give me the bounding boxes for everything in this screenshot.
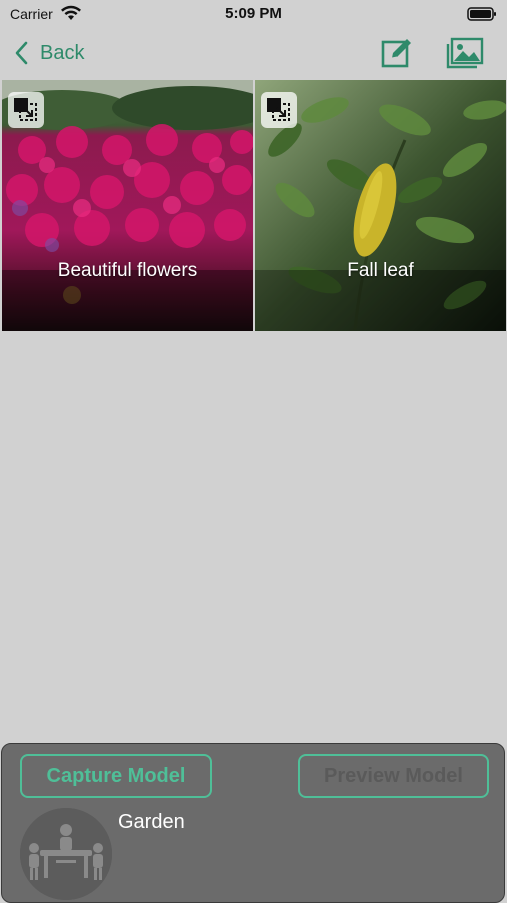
photo-caption: Fall leaf: [347, 260, 414, 281]
model-name-label: Garden: [118, 811, 185, 833]
back-label: Back: [40, 41, 85, 64]
avatar[interactable]: [20, 808, 112, 900]
preview-model-button[interactable]: Preview Model: [298, 754, 489, 798]
battery-icon: [467, 7, 496, 21]
chevron-left-icon: [15, 41, 28, 65]
photo-tile-flowers[interactable]: Beautiful flowers: [2, 80, 253, 331]
multi-select-icon: [267, 98, 290, 121]
photo-tile-leaf[interactable]: Fall leaf: [255, 80, 506, 331]
edit-icon[interactable]: [380, 36, 414, 70]
capture-model-button[interactable]: Capture Model: [20, 754, 212, 798]
clock: 5:09 PM: [225, 5, 282, 22]
back-button[interactable]: Back: [14, 38, 84, 68]
navigation-bar: Back: [0, 30, 507, 76]
photo-grid: Beautiful flowers Fall leaf: [2, 80, 506, 331]
photo-caption: Beautiful flowers: [57, 260, 198, 281]
multi-select-badge[interactable]: [261, 92, 297, 128]
multi-select-icon: [14, 98, 37, 121]
bottom-panel: Capture Model Preview Model Garden: [1, 743, 505, 903]
status-bar: Carrier 5:09 PM: [0, 0, 507, 30]
gallery-icon[interactable]: [446, 36, 484, 70]
meeting-people-icon: [20, 808, 112, 900]
multi-select-badge[interactable]: [8, 92, 44, 128]
